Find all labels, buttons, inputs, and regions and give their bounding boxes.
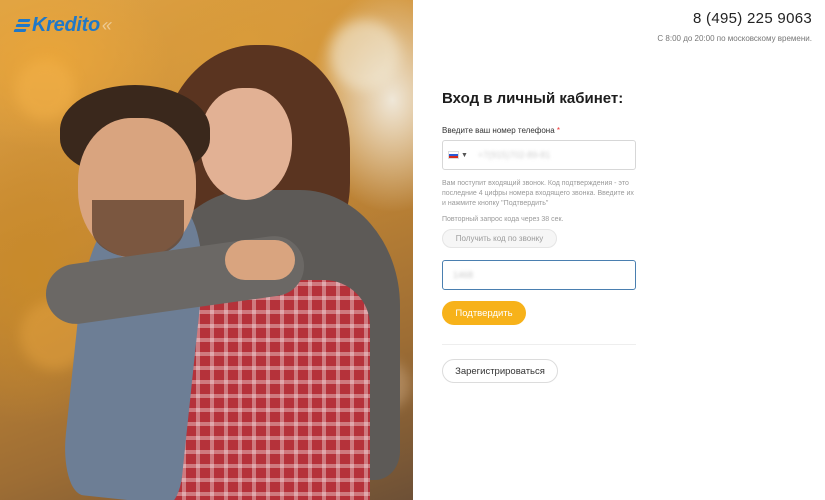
page-title: Вход в личный кабинет: [442,90,624,107]
contact-hours: С 8:00 до 20:00 по московскому времени. [657,34,812,43]
call-hint-text: Вам поступит входящий звонок. Код подтве… [442,180,634,207]
logo-stripes-icon [13,18,31,33]
get-code-button[interactable]: Получить код по звонку [442,229,557,248]
contact-block: 8 (495) 225 9063 С 8:00 до 20:00 по моск… [657,10,812,43]
phone-label: Введите ваш номер телефона * [442,126,636,135]
ru-flag-icon[interactable] [448,151,459,159]
chevron-down-icon[interactable]: ▼ [461,152,468,159]
confirm-button[interactable]: Подтвердить [442,301,526,325]
code-input[interactable]: 1468 [442,260,636,290]
phone-label-text: Введите ваш номер телефона [442,126,555,135]
logo-tail-icon: « [101,15,112,35]
divider [442,344,636,345]
repeat-timer-text: Повторный запрос кода через 38 сек. [442,216,564,223]
register-button[interactable]: Зарегистрироваться [442,359,558,383]
phone-input[interactable]: ▼ +7(915)702-89-81 [442,140,636,170]
brand-name: Kredito [32,14,100,36]
code-input-value: 1468 [453,270,474,280]
login-form: Вход в личный кабинет: Введите ваш номер… [442,90,636,383]
contact-phone[interactable]: 8 (495) 225 9063 [657,10,812,27]
hero-photo: Kredito « [0,0,413,500]
phone-input-value: +7(915)702-89-81 [477,150,551,160]
brand-logo[interactable]: Kredito « [13,14,112,37]
required-mark: * [556,126,561,135]
